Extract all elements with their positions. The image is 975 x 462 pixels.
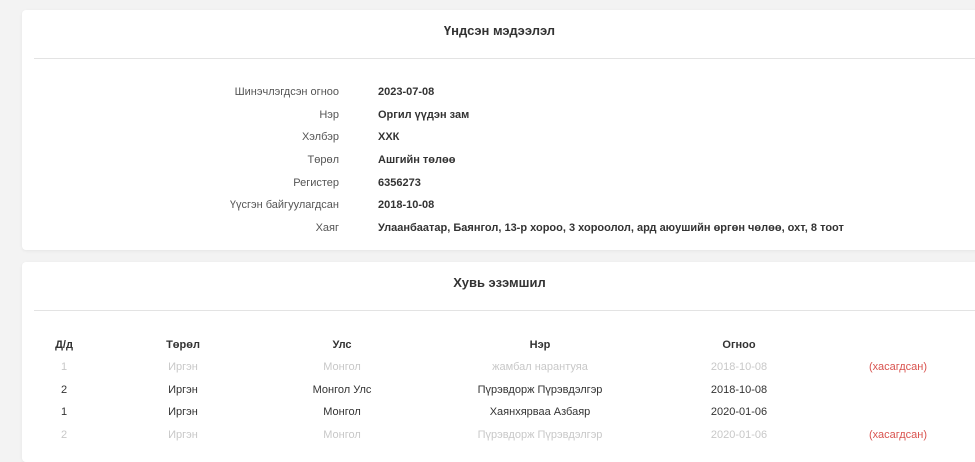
ownership-title: Хувь эзэмшил — [453, 275, 546, 290]
cell-status-removed: (хасагдсан) — [868, 361, 928, 373]
column-header-no: Д/д — [55, 339, 73, 351]
ownership-divider — [34, 310, 975, 311]
cell-date: 2018-10-08 — [710, 384, 768, 396]
cell-no: 1 — [60, 406, 68, 418]
field-value: Ашгийн төлөө — [378, 154, 456, 166]
cell-type: Иргэн — [168, 406, 198, 418]
cell-no: 2 — [60, 429, 68, 441]
cell-name: Хаянхярваа Азбаяр — [489, 406, 591, 418]
cell-country: Монгол Улс — [312, 384, 372, 396]
field-address: Хаяг Улаанбаатар, Баянгол, 13-р хороо, 3… — [22, 220, 975, 236]
field-value: Оргил үүдэн зам — [378, 109, 470, 121]
field-label: Нэр — [319, 109, 339, 121]
cell-name: Пүрэвдорж Пүрэвдэлгэр — [477, 384, 603, 396]
field-founded-date: Үүсгэн байгуулагдсан 2018-10-08 — [22, 197, 975, 213]
cell-type: Иргэн — [168, 384, 198, 396]
field-label: Регистер — [293, 177, 339, 189]
column-header-name: Нэр — [529, 339, 551, 351]
field-value: Улаанбаатар, Баянгол, 13-р хороо, 3 хоро… — [378, 222, 844, 234]
ownership-card: Хувь эзэмшил Д/д Төрөл Улс Нэр Огноо 1 И… — [22, 262, 975, 462]
basic-info-title: Үндсэн мэдээлэл — [443, 23, 556, 38]
cell-type: Иргэн — [168, 429, 198, 441]
cell-type: Иргэн — [168, 361, 198, 373]
field-label: Үүсгэн байгуулагдсан — [229, 199, 339, 211]
column-header-country: Улс — [332, 339, 352, 351]
field-value: 2023-07-08 — [378, 86, 435, 98]
field-value: 2018-10-08 — [378, 199, 435, 211]
cell-date: 2018-10-08 — [710, 361, 768, 373]
cell-no: 2 — [60, 384, 68, 396]
cell-name: жамбал нарантуяа — [492, 361, 588, 373]
cell-name: Пүрэвдорж Пүрэвдэлгэр — [477, 429, 603, 441]
field-name: Нэр Оргил үүдэн зам — [22, 107, 975, 123]
field-label: Шинэчлэгдсэн огноо — [234, 86, 339, 98]
field-value: 6356273 — [378, 177, 421, 189]
cell-status-removed: (хасагдсан) — [868, 429, 928, 441]
column-header-date: Огноо — [722, 339, 756, 351]
field-updated-date: Шинэчлэгдсэн огноо 2023-07-08 — [22, 84, 975, 100]
field-register: Регистер 6356273 — [22, 175, 975, 191]
cell-country: Монгол — [323, 406, 361, 418]
basic-info-card: Үндсэн мэдээлэл Шинэчлэгдсэн огноо 2023-… — [22, 10, 975, 250]
field-label: Хэлбэр — [301, 131, 339, 143]
cell-country: Монгол — [323, 361, 361, 373]
basic-info-divider — [34, 58, 975, 59]
cell-country: Монгол — [323, 429, 361, 441]
cell-date: 2020-01-06 — [710, 429, 768, 441]
field-value: ХХК — [378, 131, 400, 143]
field-type: Төрөл Ашгийн төлөө — [22, 152, 975, 168]
cell-no: 1 — [60, 361, 68, 373]
field-form: Хэлбэр ХХК — [22, 129, 975, 145]
field-label: Хаяг — [315, 222, 339, 234]
field-label: Төрөл — [307, 154, 340, 166]
cell-date: 2020-01-06 — [710, 406, 768, 418]
column-header-type: Төрөл — [166, 339, 200, 351]
